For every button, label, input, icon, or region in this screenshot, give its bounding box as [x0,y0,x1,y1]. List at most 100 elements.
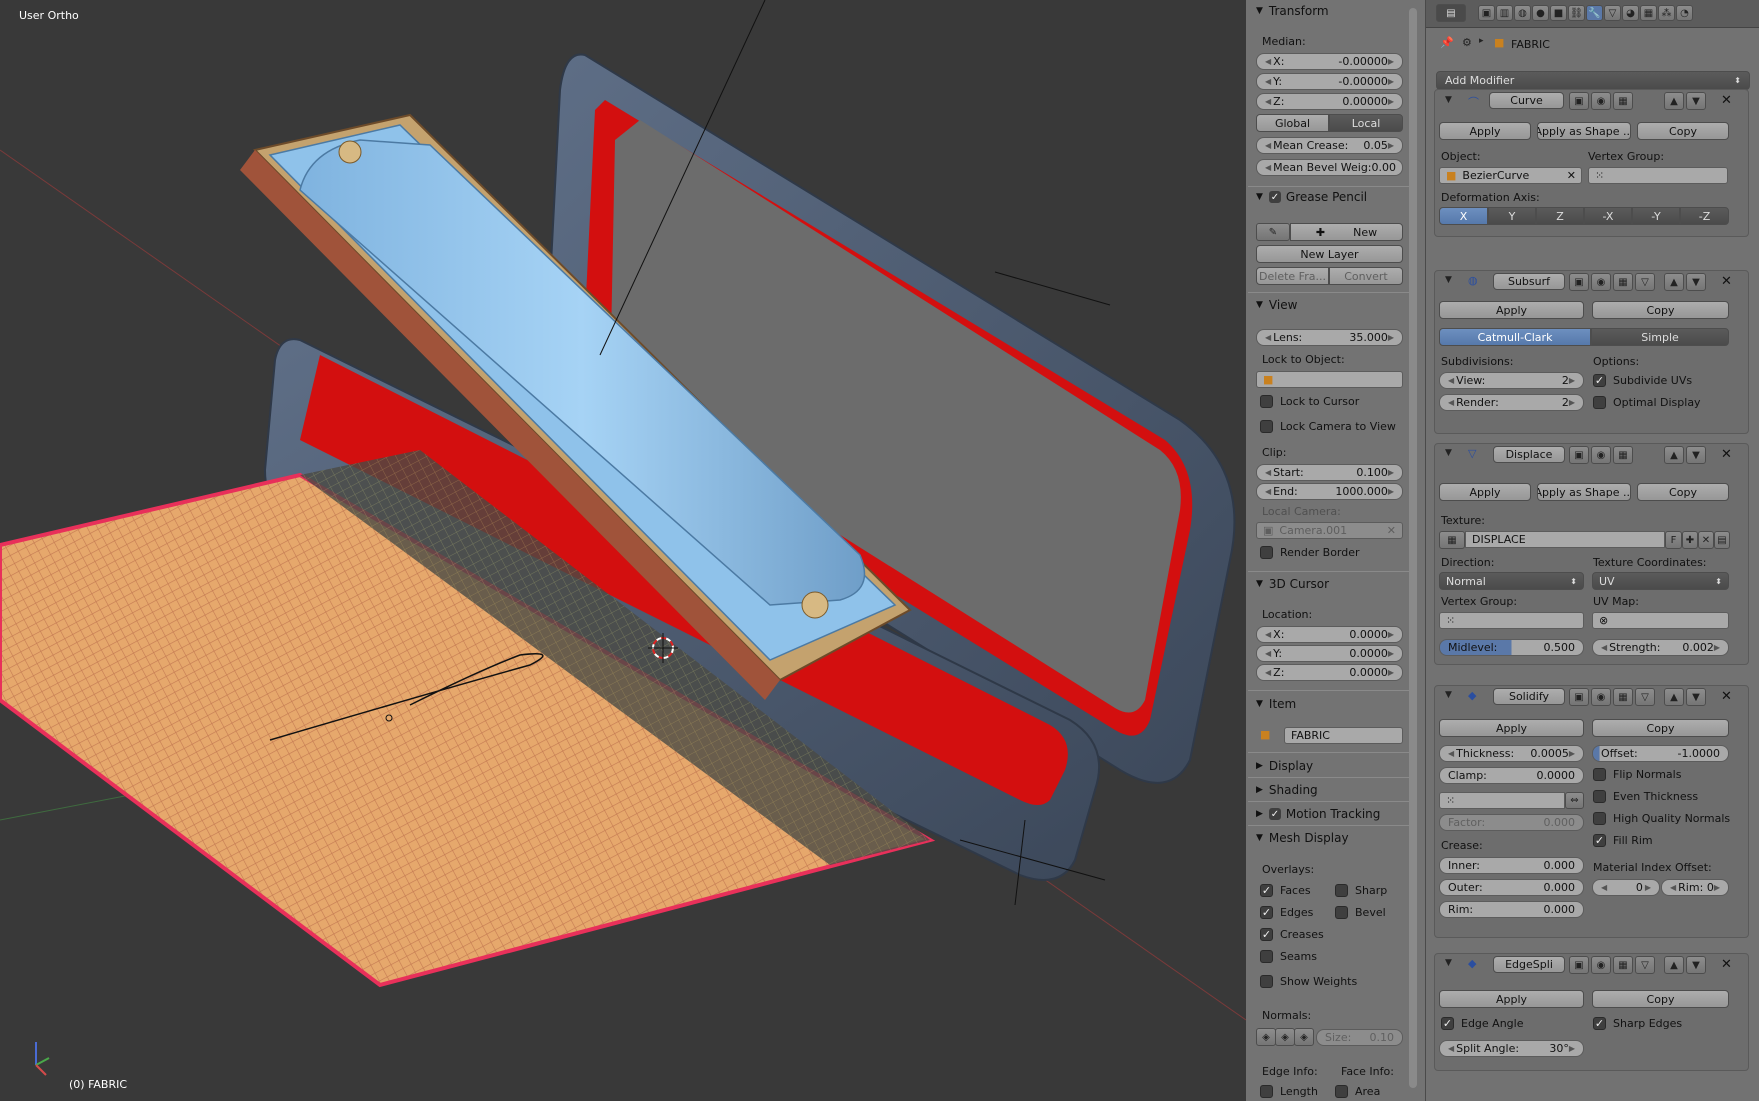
move-up-icon[interactable]: ▲ [1664,956,1684,974]
cage-toggle-icon[interactable]: ▽ [1635,956,1655,974]
material-offset-field[interactable]: ◀ 0 ▶ [1592,879,1660,896]
crease-rim-field[interactable]: Rim: 0.000 [1439,901,1584,918]
axis-neg-x-button[interactable]: -X [1584,207,1632,225]
pin-icon[interactable]: 📌 [1440,36,1454,49]
factor-field[interactable]: Factor: 0.000 [1439,814,1584,831]
axis-y-button[interactable]: Y [1488,207,1536,225]
edgesplit-copy-button[interactable]: Copy [1592,990,1729,1008]
cage-toggle-icon[interactable]: ▽ [1635,688,1655,706]
move-down-icon[interactable]: ▼ [1686,446,1706,464]
add-modifier-menu[interactable]: Add Modifier ⬍ [1436,71,1750,90]
motion-tracking-checkbox[interactable]: ✓ [1268,808,1281,820]
constraints-tab-icon[interactable]: ⛓ [1568,5,1585,21]
npanel-scrollbar[interactable] [1409,8,1417,1088]
crease-inner-field[interactable]: Inner: 0.000 [1439,857,1584,874]
editmode-toggle-icon[interactable]: ▣ [1569,688,1589,706]
subsurf-render-field[interactable]: ◀ Render: 2 ▶ [1439,394,1584,411]
solidify-apply-button[interactable]: Apply [1439,719,1584,737]
remove-modifier-icon[interactable]: ✕ [1721,274,1732,289]
lock-to-cursor-checkbox[interactable]: Lock to Cursor [1260,395,1359,408]
unlink-texture-icon[interactable]: ✕ [1698,531,1714,549]
length-checkbox[interactable]: Length [1260,1085,1318,1098]
offset-slider[interactable]: Offset: -1.0000 [1592,745,1729,762]
render-border-checkbox[interactable]: Render Border [1260,546,1360,559]
axis-x-button[interactable]: X [1439,207,1488,225]
simple-button[interactable]: Simple [1591,328,1729,346]
solidify-copy-button[interactable]: Copy [1592,719,1729,737]
move-down-icon[interactable]: ▼ [1686,956,1706,974]
visibility-eye-icon[interactable]: ◉ [1591,92,1611,110]
render-toggle-icon[interactable]: ▦ [1613,92,1633,110]
remove-modifier-icon[interactable]: ✕ [1721,689,1732,704]
remove-modifier-icon[interactable]: ✕ [1721,957,1732,972]
subsurf-view-field[interactable]: ◀ View: 2 ▶ [1439,372,1584,389]
lock-object-field[interactable]: ■ [1256,371,1403,388]
new-layer-button[interactable]: New Layer [1256,245,1403,263]
thickness-field[interactable]: ◀ Thickness: 0.0005 ▶ [1439,745,1584,762]
displace-apply-button[interactable]: Apply [1439,483,1531,501]
visibility-eye-icon[interactable]: ◉ [1591,273,1611,291]
area-checkbox[interactable]: Area [1335,1085,1380,1098]
local-camera-field[interactable]: ▣ Camera.001 ✕ [1256,522,1403,539]
world-tab-icon[interactable]: ● [1532,5,1549,21]
mean-crease-field[interactable]: ◀ Mean Crease: 0.05 ▶ [1256,137,1403,154]
axis-neg-y-button[interactable]: -Y [1632,207,1680,225]
invert-vertex-group-icon[interactable]: ⇔ [1565,792,1584,809]
displace-copy-button[interactable]: Copy [1637,483,1729,501]
edges-checkbox[interactable]: ✓ Edges [1260,906,1313,919]
delete-frame-button[interactable]: Delete Fra... [1256,267,1329,285]
mean-bevel-field[interactable]: ◀ Mean Bevel Weig: 0.00 [1256,159,1403,176]
object-tab-icon[interactable]: ■ [1550,5,1567,21]
normals-size-field[interactable]: Size: 0.10 [1316,1029,1403,1046]
lens-field[interactable]: ◀ Lens: 35.000 ▶ [1256,329,1403,346]
split-angle-field[interactable]: ◀ Split Angle: 30° ▶ [1439,1040,1584,1057]
new-texture-icon[interactable]: ✚ [1682,531,1698,549]
cursor-z-field[interactable]: ◀ Z: 0.0000 ▶ [1256,664,1403,681]
particles-tab-icon[interactable]: ⁂ [1658,5,1675,21]
curve-apply-shape-button[interactable]: Apply as Shape ... [1537,122,1631,140]
data-tab-icon[interactable]: ▽ [1604,5,1621,21]
move-down-icon[interactable]: ▼ [1686,92,1706,110]
midlevel-slider[interactable]: Midlevel: 0.500 [1439,639,1584,656]
crease-outer-field[interactable]: Outer: 0.000 [1439,879,1584,896]
edge-angle-checkbox[interactable]: ✓ Edge Angle [1441,1017,1523,1030]
displace-apply-shape-button[interactable]: Apply as Shape ... [1537,483,1631,501]
move-up-icon[interactable]: ▲ [1664,688,1684,706]
displace-vertex-group-field[interactable]: ⁙ [1439,612,1584,629]
grease-pencil-checkbox[interactable]: ✓ [1268,191,1281,203]
strength-field[interactable]: ◀ Strength: 0.002 ▶ [1592,639,1729,656]
cursor-y-field[interactable]: ◀ Y: 0.0000 ▶ [1256,645,1403,662]
item-name-field[interactable]: FABRIC [1284,727,1403,744]
collapse-triangle-icon[interactable]: ▼ [1445,958,1452,968]
move-down-icon[interactable]: ▼ [1686,273,1706,291]
faces-checkbox[interactable]: ✓ Faces [1260,884,1311,897]
move-up-icon[interactable]: ▲ [1664,273,1684,291]
curve-copy-button[interactable]: Copy [1637,122,1729,140]
high-quality-normals-checkbox[interactable]: High Quality Normals [1593,812,1730,825]
show-weights-checkbox[interactable]: Show Weights [1260,975,1357,988]
scene-tab-icon[interactable]: ◍ [1514,5,1531,21]
flip-normals-checkbox[interactable]: Flip Normals [1593,768,1681,781]
modifiers-tab-icon[interactable]: 🔧 [1586,5,1603,21]
subsurf-copy-button[interactable]: Copy [1592,301,1729,319]
editor-type-icon[interactable]: ▤ [1436,4,1466,22]
bevel-checkbox[interactable]: Bevel [1335,906,1386,919]
lock-camera-checkbox[interactable]: Lock Camera to View [1260,420,1396,433]
texture-coordinates-dropdown[interactable]: UV ⬍ [1592,572,1729,590]
editmode-toggle-icon[interactable]: ▣ [1569,92,1589,110]
edgesplit-apply-button[interactable]: Apply [1439,990,1584,1008]
catmull-clark-button[interactable]: Catmull-Clark [1439,328,1591,346]
median-z-field[interactable]: ◀ Z: 0.00000 ▶ [1256,93,1403,110]
curve-apply-button[interactable]: Apply [1439,122,1531,140]
global-button[interactable]: Global [1256,114,1329,132]
physics-tab-icon[interactable]: ◔ [1676,5,1693,21]
remove-modifier-icon[interactable]: ✕ [1721,93,1732,108]
collapse-triangle-icon[interactable]: ▼ [1445,448,1452,458]
render-toggle-icon[interactable]: ▦ [1613,273,1633,291]
grease-pencil-header[interactable]: ▼ ✓ Grease Pencil [1248,187,1411,207]
uv-map-field[interactable]: ⊗ [1592,612,1729,629]
cage-toggle-icon[interactable]: ▽ [1635,273,1655,291]
shading-panel-header[interactable]: ▶ Shading [1248,780,1411,800]
move-up-icon[interactable]: ▲ [1664,446,1684,464]
direction-dropdown[interactable]: Normal ⬍ [1439,572,1584,590]
